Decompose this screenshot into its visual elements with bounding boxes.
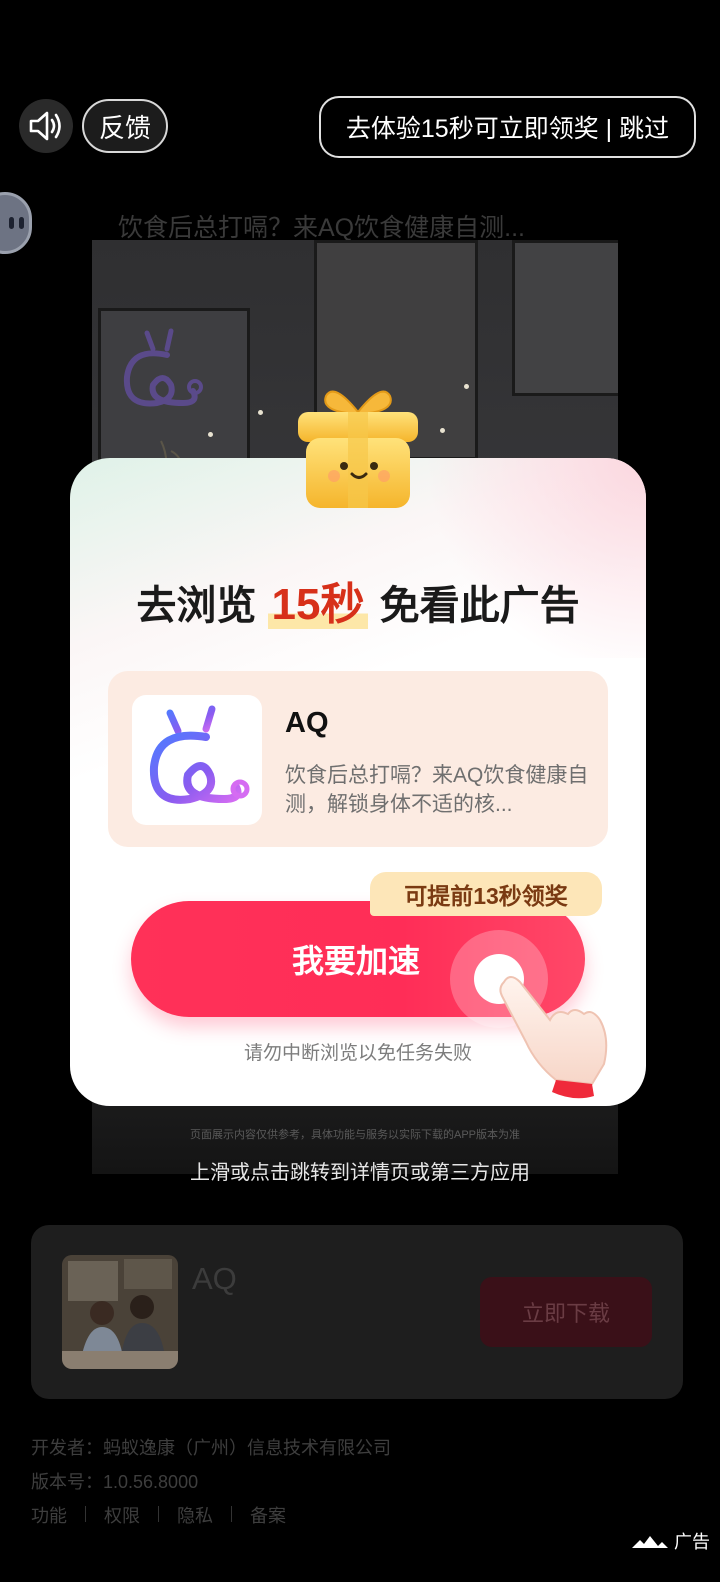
app-info-card[interactable]: AQ 饮食后总打嗝？来AQ饮食健康自测，解锁身体不适的核... bbox=[108, 671, 608, 847]
app-download-card[interactable]: AQ 立即下载 bbox=[31, 1225, 683, 1399]
wall-frame bbox=[512, 240, 618, 396]
pointing-hand-icon bbox=[499, 976, 608, 1099]
skip-button[interactable]: 去体验15秒可立即领奖 | 跳过 bbox=[319, 96, 696, 158]
app-thumbnail bbox=[62, 1255, 178, 1369]
feedback-button[interactable]: 反馈 bbox=[82, 99, 168, 153]
divider bbox=[158, 1506, 159, 1522]
title-highlight: 15秒 bbox=[267, 580, 369, 629]
title-suffix: 免看此广告 bbox=[379, 584, 580, 628]
ad-network-logo-icon bbox=[632, 1536, 668, 1548]
link-privacy[interactable]: 隐私 bbox=[177, 1502, 213, 1528]
speed-up-label: 我要加速 bbox=[291, 943, 420, 979]
sparkle bbox=[258, 410, 263, 415]
sparkle bbox=[464, 384, 469, 389]
ad-badge: 广告 bbox=[616, 1524, 710, 1558]
sparkle bbox=[208, 432, 213, 437]
link-filing[interactable]: 备案 bbox=[250, 1502, 286, 1528]
app-name: AQ bbox=[285, 707, 329, 739]
swipe-hint: 上滑或点击跳转到详情页或第三方应用 bbox=[190, 1162, 530, 1184]
assistant-eye bbox=[9, 217, 14, 229]
app-description: 饮食后总打嗝？来AQ饮食健康自测，解锁身体不适的核... bbox=[285, 764, 589, 816]
title-prefix: 去浏览 bbox=[136, 584, 257, 628]
ad-headline: 饮食后总打嗝？来AQ饮食健康自测... bbox=[118, 214, 525, 242]
modal-title: 去浏览 15秒 免看此广告 bbox=[70, 568, 646, 632]
assistant-eye bbox=[19, 217, 24, 229]
early-reward-badge: 可提前13秒领奖 bbox=[370, 872, 602, 916]
download-button[interactable]: 立即下载 bbox=[480, 1277, 652, 1347]
info-links: 功能 权限 隐私 备案 bbox=[31, 1502, 286, 1528]
sparkle bbox=[440, 428, 445, 433]
speaker-icon bbox=[29, 111, 61, 141]
ad-disclaimer: 页面展示内容仅供参考，具体功能与服务以实际下载的APP版本为准 bbox=[189, 1129, 520, 1141]
sound-button[interactable] bbox=[19, 99, 73, 153]
skip-ad-modal: 去浏览 15秒 免看此广告 AQ 饮食后总打嗝？来AQ饮食健康自测，解锁身体不适… bbox=[70, 390, 646, 1106]
divider bbox=[231, 1506, 232, 1522]
app-logo-icon bbox=[132, 695, 262, 825]
link-features[interactable]: 功能 bbox=[31, 1502, 67, 1528]
floating-assistant-icon[interactable] bbox=[0, 192, 32, 254]
thumbnail-people-image bbox=[62, 1255, 178, 1369]
gift-box-icon bbox=[298, 390, 418, 508]
divider bbox=[85, 1506, 86, 1522]
card-app-name: AQ bbox=[192, 1261, 237, 1296]
developer-info: 开发者：蚂蚁逸康（广州）信息技术有限公司 bbox=[31, 1438, 391, 1458]
link-permissions[interactable]: 权限 bbox=[104, 1502, 140, 1528]
ad-label: 广告 bbox=[674, 1532, 710, 1552]
version-info: 版本号：1.0.56.8000 bbox=[31, 1472, 199, 1492]
